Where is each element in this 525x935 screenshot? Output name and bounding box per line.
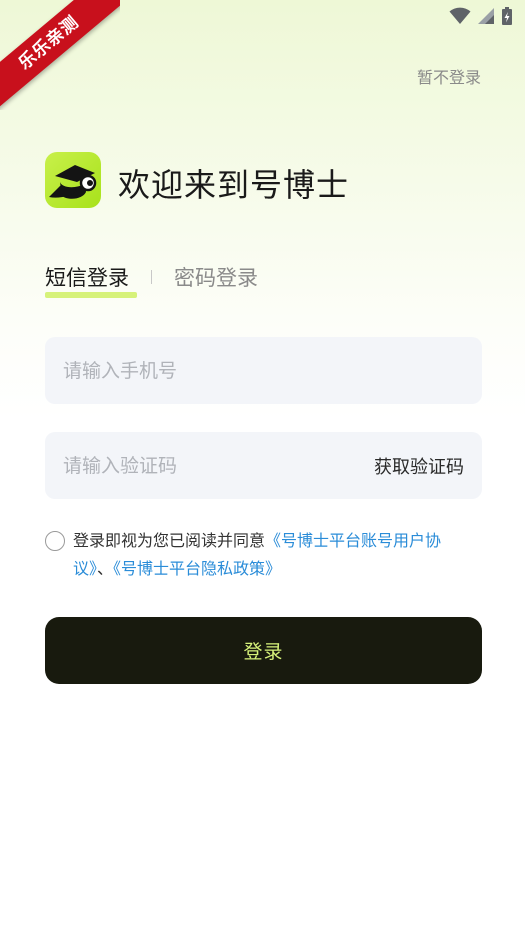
doctor-cap-icon: [49, 165, 97, 199]
agreement-separator: 、: [97, 559, 114, 578]
login-button-label: 登录: [243, 641, 284, 663]
welcome-title: 欢迎来到号博士: [118, 166, 350, 204]
tab-divider: [151, 270, 152, 284]
privacy-policy-link[interactable]: 《号博士平台隐私政策》: [113, 559, 281, 578]
tab-active-underline: [45, 292, 137, 298]
tab-password-label: 密码登录: [174, 266, 258, 290]
skip-login-link[interactable]: 暂不登录: [417, 64, 481, 88]
agreement-radio[interactable]: [45, 531, 65, 551]
agreement-prefix: 登录即视为您已阅读并同意: [73, 531, 266, 550]
code-field[interactable]: 获取验证码: [45, 432, 482, 499]
agreement-text: 登录即视为您已阅读并同意《号博士平台账号用户协议》、《号博士平台隐私政策》: [73, 527, 475, 583]
phone-field[interactable]: [45, 337, 482, 404]
login-tabs: 短信登录 密码登录: [45, 262, 258, 298]
app-logo: [45, 152, 101, 208]
agreement-row: 登录即视为您已阅读并同意《号博士平台账号用户协议》、《号博士平台隐私政策》: [45, 527, 475, 583]
battery-charging-icon: [502, 7, 512, 25]
status-icons: [449, 6, 513, 26]
ribbon-label: 乐乐亲测: [0, 0, 120, 110]
tab-sms-login[interactable]: 短信登录: [45, 262, 137, 298]
test-ribbon: 乐乐亲测: [0, 0, 120, 110]
code-input[interactable]: [63, 454, 374, 477]
wifi-icon: [449, 7, 471, 24]
tab-sms-label: 短信登录: [45, 266, 129, 290]
get-code-button[interactable]: 获取验证码: [374, 453, 464, 479]
login-button[interactable]: 登录: [45, 617, 482, 684]
tab-password-login[interactable]: 密码登录: [174, 262, 258, 292]
signal-icon: [478, 8, 494, 24]
phone-input[interactable]: [63, 359, 464, 382]
